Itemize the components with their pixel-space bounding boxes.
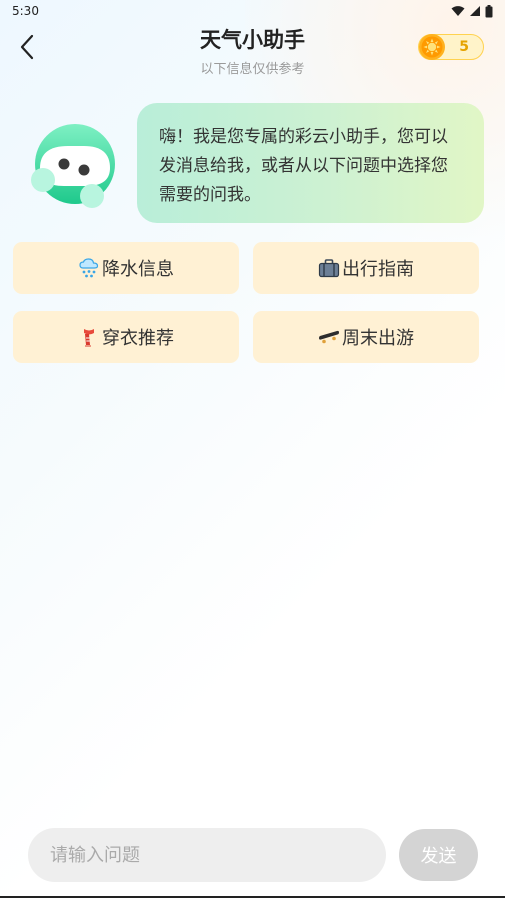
sun-coin-icon bbox=[419, 34, 445, 60]
question-input-container bbox=[28, 828, 386, 882]
send-button[interactable]: 发送 bbox=[399, 829, 478, 881]
suggestion-clothing[interactable]: 穿衣推荐 bbox=[13, 311, 239, 363]
scarf-icon bbox=[84, 329, 94, 347]
suggestion-label: 周末出游 bbox=[342, 328, 414, 349]
status-icons bbox=[451, 4, 493, 18]
cell-signal-icon bbox=[470, 6, 480, 16]
skateboard-icon bbox=[319, 330, 339, 344]
question-input[interactable] bbox=[50, 844, 370, 866]
suitcase-icon bbox=[318, 259, 340, 278]
wifi-icon bbox=[451, 6, 465, 16]
suggestion-precipitation[interactable]: 降水信息 bbox=[13, 242, 239, 294]
snow-cloud-icon bbox=[79, 258, 99, 278]
suggestion-travel-guide[interactable]: 出行指南 bbox=[253, 242, 479, 294]
coin-count: 5 bbox=[459, 39, 469, 55]
status-time: 5:30 bbox=[12, 4, 39, 18]
suggestion-label: 出行指南 bbox=[342, 259, 414, 280]
suggestion-weekend-trip[interactable]: 周末出游 bbox=[253, 311, 479, 363]
suggestion-label: 穿衣推荐 bbox=[102, 328, 174, 349]
coin-balance-button[interactable]: 5 bbox=[418, 34, 484, 60]
assistant-greeting-bubble: 嗨！我是您专属的彩云小助手，您可以发消息给我，或者从以下问题中选择您需要的问我。 bbox=[137, 103, 484, 223]
robot-avatar-icon bbox=[31, 124, 115, 208]
suggestion-label: 降水信息 bbox=[102, 259, 174, 280]
status-bar: 5:30 bbox=[0, 0, 505, 22]
battery-icon bbox=[485, 4, 493, 17]
